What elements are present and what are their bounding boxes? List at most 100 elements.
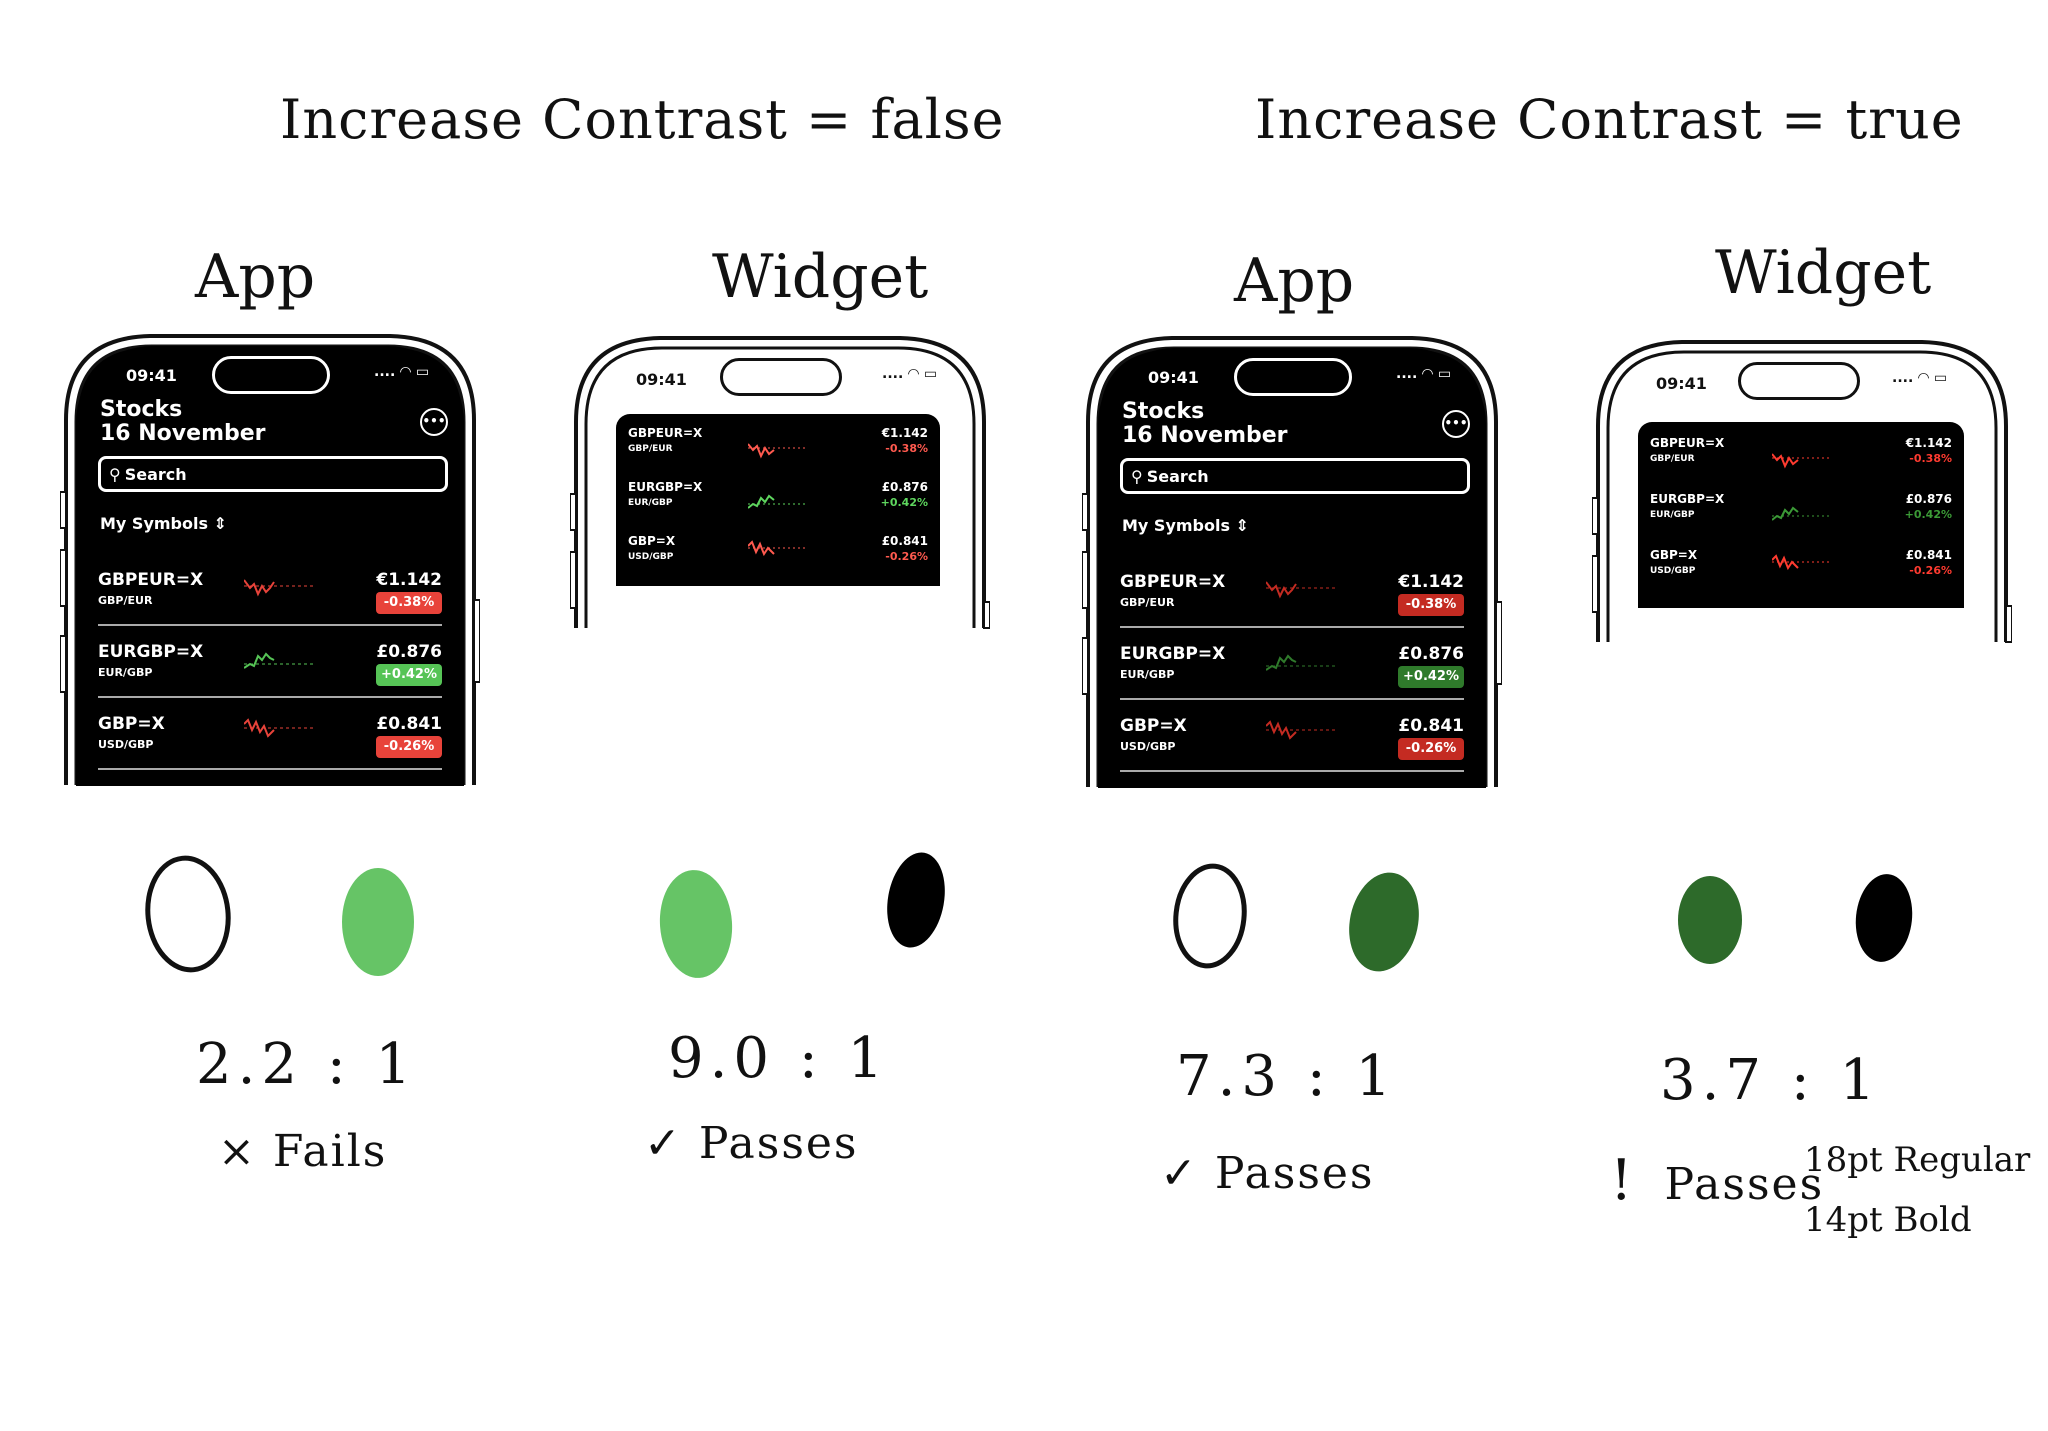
stock-row[interactable]: GBP=X USD/GBP £0.841 -0.26% bbox=[76, 700, 464, 770]
stock-row[interactable]: GBPEUR=X GBP/EUR €1.142 -0.38% bbox=[76, 556, 464, 626]
cellular-icon: .... bbox=[1396, 366, 1423, 382]
swatch-dark-green bbox=[1349, 872, 1419, 972]
stock-symbol: EURGBP=X bbox=[1650, 492, 1725, 506]
phone-app-contrast: 09:41 .... ◠ ▭ Stocks 16 November ••• ⚲ S… bbox=[1082, 332, 1502, 792]
cellular-icon: .... bbox=[374, 364, 401, 380]
stock-price: £0.841 bbox=[881, 534, 928, 548]
battery-icon: ▭ bbox=[1437, 366, 1452, 382]
verdict-conditional: ! Passes bbox=[1610, 1148, 1824, 1213]
status-icons: .... ◠ ▭ bbox=[882, 366, 937, 382]
stock-pair: EUR/GBP bbox=[1120, 668, 1175, 681]
app-title: Stocks bbox=[100, 397, 183, 422]
widget-row[interactable]: GBPEUR=X GBP/EUR €1.142 -0.38% bbox=[616, 422, 940, 474]
my-symbols-header[interactable]: My Symbols ⇕ bbox=[1122, 516, 1249, 535]
change-badge[interactable]: +0.42% bbox=[376, 664, 442, 686]
widget-row[interactable]: GBPEUR=X GBP/EUR €1.142 -0.38% bbox=[1638, 432, 1964, 486]
cellular-icon: .... bbox=[1892, 370, 1919, 386]
dynamic-island bbox=[720, 358, 842, 396]
stock-price: £0.841 bbox=[1905, 548, 1952, 562]
verdict-text: Passes bbox=[1664, 1159, 1825, 1210]
dynamic-island bbox=[212, 356, 330, 394]
stock-change: +0.42% bbox=[1904, 508, 1952, 521]
status-time: 09:41 bbox=[1148, 368, 1199, 387]
contrast-ratio: 9.0 : 1 bbox=[668, 1026, 890, 1091]
status-icons: .... ◠ ▭ bbox=[1892, 370, 1947, 386]
stocks-widget[interactable]: GBPEUR=X GBP/EUR €1.142 -0.38% EURGBP=X … bbox=[1638, 422, 1964, 608]
sparkline-down bbox=[1266, 581, 1336, 599]
phone-widget-normal: 09:41 .... ◠ ▭ GBPEUR=X GBP/EUR €1.142 -… bbox=[570, 332, 990, 632]
wifi-icon: ◠ bbox=[400, 364, 411, 380]
my-symbols-header[interactable]: My Symbols ⇕ bbox=[100, 514, 227, 533]
sparkline-down bbox=[244, 718, 314, 738]
cross-icon: × bbox=[218, 1126, 257, 1177]
stock-pair: EUR/GBP bbox=[628, 498, 673, 508]
stock-price: £0.876 bbox=[1905, 492, 1952, 506]
stock-row[interactable]: GBPEUR=X GBP/EUR €1.142 -0.38% bbox=[1098, 558, 1486, 628]
search-field[interactable]: ⚲ Search bbox=[98, 456, 448, 492]
check-icon: ✓ bbox=[1160, 1148, 1199, 1199]
stock-pair: EUR/GBP bbox=[1650, 510, 1695, 520]
heading-contrast-false: Increase Contrast = false bbox=[280, 88, 1005, 151]
more-menu-button[interactable]: ••• bbox=[420, 408, 448, 436]
stock-symbol: GBP=X bbox=[1650, 548, 1698, 562]
stock-symbol: GBP=X bbox=[628, 534, 676, 548]
change-badge[interactable]: -0.26% bbox=[376, 736, 442, 758]
status-time: 09:41 bbox=[1656, 374, 1707, 393]
app-screen: 09:41 .... ◠ ▭ Stocks 16 November ••• ⚲ S… bbox=[1098, 348, 1486, 788]
sparkline-up bbox=[244, 652, 314, 669]
stock-pair: USD/GBP bbox=[628, 552, 674, 562]
verdict-text: Passes bbox=[1214, 1148, 1375, 1199]
status-icons: .... ◠ ▭ bbox=[374, 364, 429, 380]
swatch-white bbox=[145, 855, 231, 973]
stock-change: -0.26% bbox=[1909, 564, 1952, 577]
sparkline-down bbox=[748, 443, 808, 459]
swatch-light-green bbox=[659, 870, 733, 978]
phone-app-normal: 09:41 .... ◠ ▭ Stocks 16 November ••• ⚲ S… bbox=[60, 330, 480, 790]
stock-pair: GBP/EUR bbox=[1120, 596, 1175, 609]
stock-price: €1.142 bbox=[1398, 572, 1464, 592]
phone-widget-contrast: 09:41 .... ◠ ▭ GBPEUR=X GBP/EUR €1.142 -… bbox=[1592, 336, 2012, 646]
stock-price: €1.142 bbox=[1905, 436, 1952, 450]
stock-row[interactable]: EURGBP=X EUR/GBP £0.876 +0.42% bbox=[76, 628, 464, 698]
stock-price: £0.841 bbox=[1398, 716, 1464, 736]
panel-label-app-false: App bbox=[195, 242, 316, 312]
wifi-icon: ◠ bbox=[1422, 366, 1433, 382]
stock-change: -0.38% bbox=[1909, 452, 1952, 465]
app-date: 16 November bbox=[100, 421, 266, 446]
panel-label-widget-false: Widget bbox=[712, 242, 929, 312]
stock-symbol: EURGBP=X bbox=[98, 642, 204, 662]
swatch-black bbox=[1855, 874, 1913, 962]
widget-row[interactable]: GBP=X USD/GBP £0.841 -0.26% bbox=[616, 530, 940, 582]
verdict-text: Fails bbox=[272, 1126, 388, 1177]
widget-row[interactable]: EURGBP=X EUR/GBP £0.876 +0.42% bbox=[616, 476, 940, 528]
stock-pair: GBP/EUR bbox=[628, 444, 673, 454]
stocks-widget[interactable]: GBPEUR=X GBP/EUR €1.142 -0.38% EURGBP=X … bbox=[616, 414, 940, 586]
search-field[interactable]: ⚲ Search bbox=[1120, 458, 1470, 494]
search-placeholder: Search bbox=[1146, 466, 1209, 486]
swatch-light-green bbox=[342, 868, 414, 976]
change-badge[interactable]: +0.42% bbox=[1398, 666, 1464, 688]
change-badge[interactable]: -0.26% bbox=[1398, 738, 1464, 760]
row-divider bbox=[98, 696, 442, 698]
battery-icon: ▭ bbox=[415, 364, 430, 380]
app-screen: 09:41 .... ◠ ▭ Stocks 16 November ••• ⚲ S… bbox=[76, 346, 464, 786]
widget-row[interactable]: GBP=X USD/GBP £0.841 -0.26% bbox=[1638, 544, 1964, 598]
verdict-passes: ✓ Passes bbox=[644, 1118, 859, 1169]
warning-icon: ! bbox=[1610, 1148, 1635, 1213]
size-note: 14pt Bold bbox=[1804, 1200, 1972, 1240]
row-divider bbox=[98, 768, 442, 770]
change-badge[interactable]: -0.38% bbox=[376, 592, 442, 614]
wifi-icon: ◠ bbox=[908, 366, 919, 382]
stock-row[interactable]: EURGBP=X EUR/GBP £0.876 +0.42% bbox=[1098, 630, 1486, 700]
contrast-ratio: 2.2 : 1 bbox=[196, 1032, 418, 1097]
change-badge[interactable]: -0.38% bbox=[1398, 594, 1464, 616]
search-icon: ⚲ bbox=[1131, 466, 1143, 486]
sparkline-down bbox=[748, 540, 808, 557]
widget-row[interactable]: EURGBP=X EUR/GBP £0.876 +0.42% bbox=[1638, 488, 1964, 542]
swatch-dark-green bbox=[1678, 876, 1742, 964]
row-divider bbox=[1120, 770, 1464, 772]
more-menu-button[interactable]: ••• bbox=[1442, 410, 1470, 438]
stock-row[interactable]: GBP=X USD/GBP £0.841 -0.26% bbox=[1098, 702, 1486, 772]
dynamic-island bbox=[1234, 358, 1352, 396]
stock-price: £0.841 bbox=[376, 714, 442, 734]
